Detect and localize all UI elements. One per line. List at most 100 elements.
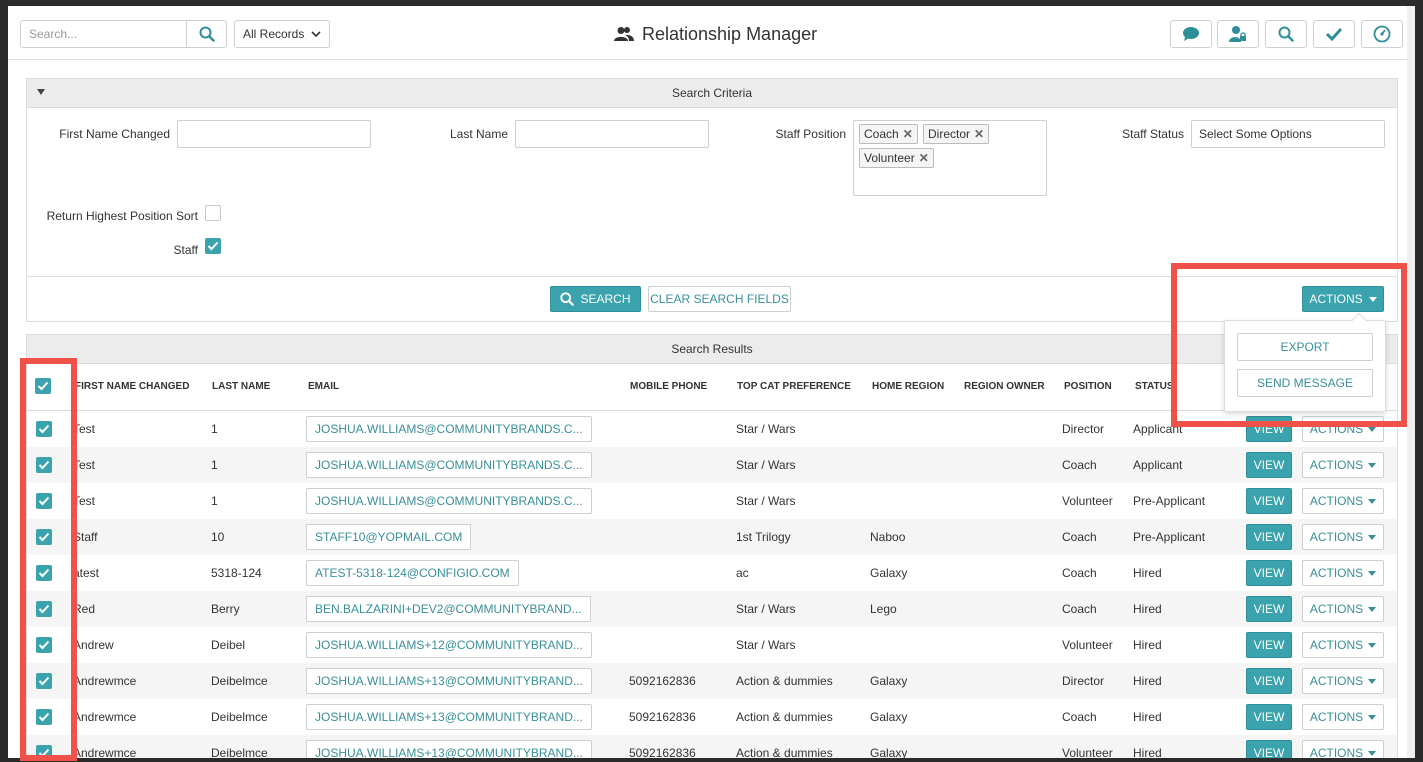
row-actions-label: ACTIONS (1309, 458, 1364, 472)
cell-first-name: atest (73, 566, 100, 580)
row-checkbox[interactable] (36, 565, 52, 581)
user-profile-button[interactable] (1217, 20, 1259, 48)
row-checkbox[interactable] (36, 421, 52, 437)
email-link[interactable]: STAFF10@YOPMAIL.COM (306, 524, 472, 550)
column-header-email[interactable]: EMAIL (308, 381, 339, 392)
search-button[interactable]: SEARCH (550, 286, 641, 312)
cell-position: Coach (1062, 602, 1097, 616)
global-search-button[interactable] (186, 20, 227, 48)
email-link[interactable]: JOSHUA.WILLIAMS+13@COMMUNITYBRAND... (306, 740, 592, 758)
tasks-button[interactable] (1313, 20, 1355, 48)
view-button-label: VIEW (1253, 602, 1285, 616)
row-actions-button[interactable]: ACTIONS (1302, 416, 1384, 442)
cell-first-name: Andrewmce (73, 746, 137, 758)
export-menu-item[interactable]: EXPORT (1237, 333, 1373, 361)
row-actions-button[interactable]: ACTIONS (1302, 704, 1384, 730)
column-header-status[interactable]: STATUS (1135, 381, 1174, 392)
return-highest-checkbox[interactable] (205, 205, 221, 221)
email-link[interactable]: BEN.BALZARINI+DEV2@COMMUNITYBRAND... (306, 596, 591, 622)
close-icon[interactable]: ✕ (974, 127, 984, 141)
caret-down-icon (1368, 606, 1377, 612)
user-lock-icon (1229, 26, 1246, 42)
row-checkbox[interactable] (36, 745, 52, 758)
view-button[interactable]: VIEW (1246, 704, 1292, 730)
view-button[interactable]: VIEW (1246, 524, 1292, 550)
first-name-input[interactable] (177, 120, 371, 148)
staff-status-select[interactable]: Select Some Options (1191, 120, 1385, 148)
clear-search-button[interactable]: CLEAR SEARCH FIELDS (648, 286, 791, 312)
caret-down-icon (1368, 750, 1377, 756)
email-link[interactable]: JOSHUA.WILLIAMS+13@COMMUNITYBRAND... (306, 668, 592, 694)
view-button[interactable]: VIEW (1246, 452, 1292, 478)
email-link[interactable]: JOSHUA.WILLIAMS@COMMUNITYBRANDS.C... (306, 452, 592, 478)
export-label: EXPORT (1280, 340, 1330, 354)
row-actions-button[interactable]: ACTIONS (1302, 668, 1384, 694)
row-actions-button[interactable]: ACTIONS (1302, 560, 1384, 586)
row-checkbox[interactable] (36, 457, 52, 473)
row-checkbox[interactable] (36, 601, 52, 617)
column-header-position[interactable]: POSITION (1064, 381, 1112, 392)
actions-button[interactable]: ACTIONS (1302, 286, 1384, 312)
send-message-menu-item[interactable]: SEND MESSAGE (1237, 369, 1373, 397)
row-checkbox[interactable] (36, 637, 52, 653)
messages-button[interactable] (1170, 20, 1212, 48)
caret-down-icon (1368, 714, 1377, 720)
cell-last-name: Deibel (211, 638, 246, 652)
view-button[interactable]: VIEW (1246, 632, 1292, 658)
close-icon[interactable]: ✕ (919, 151, 929, 165)
row-actions-button[interactable]: ACTIONS (1302, 632, 1384, 658)
view-button[interactable]: VIEW (1246, 560, 1292, 586)
cell-status: Hired (1133, 602, 1162, 616)
view-button[interactable]: VIEW (1246, 740, 1292, 758)
column-header-mobile-phone[interactable]: MOBILE PHONE (630, 381, 707, 392)
dashboard-button[interactable] (1361, 20, 1403, 48)
column-header-home-region[interactable]: HOME REGION (872, 381, 944, 392)
row-actions-button[interactable]: ACTIONS (1302, 740, 1384, 758)
staff-status-placeholder: Select Some Options (1199, 127, 1312, 141)
email-link[interactable]: JOSHUA.WILLIAMS+12@COMMUNITYBRAND... (306, 632, 592, 658)
row-checkbox[interactable] (36, 493, 52, 509)
row-actions-button[interactable]: ACTIONS (1302, 524, 1384, 550)
view-button[interactable]: VIEW (1246, 488, 1292, 514)
column-header-top-cat[interactable]: TOP CAT PREFERENCE (737, 381, 851, 392)
chip-label: Volunteer (864, 151, 915, 165)
global-search-input[interactable] (20, 20, 187, 48)
collapse-triangle-icon[interactable] (37, 89, 45, 95)
window-scrollbar[interactable] (1407, 6, 1415, 758)
select-all-checkbox[interactable] (35, 378, 51, 394)
row-actions-button[interactable]: ACTIONS (1302, 452, 1384, 478)
email-link[interactable]: JOSHUA.WILLIAMS+13@COMMUNITYBRAND... (306, 704, 592, 730)
staff-checkbox[interactable] (205, 238, 221, 254)
records-filter-select[interactable]: All Records (234, 20, 330, 48)
cell-first-name: Test (73, 422, 96, 436)
cell-last-name: 5318-124 (211, 566, 262, 580)
email-link[interactable]: ATEST-5318-124@CONFIGIO.COM (306, 560, 519, 586)
row-checkbox[interactable] (36, 673, 52, 689)
cell-top-cat: Star / Wars (736, 494, 796, 508)
email-link[interactable]: JOSHUA.WILLIAMS@COMMUNITYBRANDS.C... (306, 488, 592, 514)
column-header-last-name[interactable]: LAST NAME (212, 381, 270, 392)
column-header-region-owner[interactable]: REGION OWNER (964, 381, 1045, 392)
search-records-button[interactable] (1265, 20, 1307, 48)
row-checkbox[interactable] (36, 529, 52, 545)
last-name-input[interactable] (515, 120, 709, 148)
cell-first-name: Andrewmce (73, 674, 137, 688)
row-actions-button[interactable]: ACTIONS (1302, 596, 1384, 622)
staff-label: Staff (173, 243, 198, 257)
cell-first-name: Red (73, 602, 96, 616)
caret-down-icon (1368, 642, 1377, 648)
column-header-first-name[interactable]: FIRST NAME CHANGED (75, 381, 189, 392)
close-icon[interactable]: ✕ (903, 127, 913, 141)
view-button-label: VIEW (1253, 638, 1285, 652)
cell-position: Volunteer (1062, 638, 1113, 652)
row-checkbox[interactable] (36, 709, 52, 725)
email-link[interactable]: JOSHUA.WILLIAMS@COMMUNITYBRANDS.C... (306, 416, 592, 442)
row-actions-button[interactable]: ACTIONS (1302, 488, 1384, 514)
caret-down-icon (1368, 426, 1377, 432)
cell-position: Coach (1062, 530, 1097, 544)
checkmark-icon (38, 676, 50, 686)
search-criteria-header[interactable]: Search Criteria (27, 79, 1397, 108)
view-button[interactable]: VIEW (1246, 668, 1292, 694)
view-button[interactable]: VIEW (1246, 416, 1292, 442)
view-button[interactable]: VIEW (1246, 596, 1292, 622)
